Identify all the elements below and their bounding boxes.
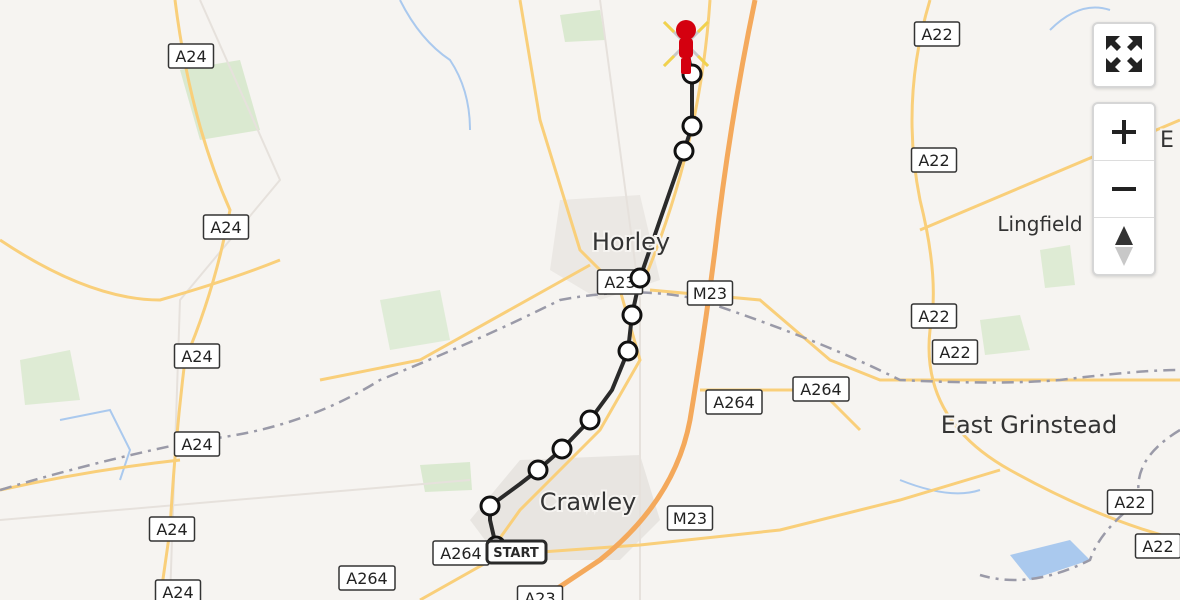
road-label: A264 (440, 544, 481, 563)
road-label-shield: A22 (1134, 533, 1180, 559)
zoom-control (1092, 102, 1156, 276)
road-label: A24 (175, 47, 206, 66)
road-label-shield: A24 (202, 214, 250, 240)
destination-icon (662, 20, 710, 74)
route-waypoint-marker (681, 115, 703, 137)
start-marker: START (485, 539, 548, 565)
compass-icon (1115, 226, 1133, 266)
road-label: A22 (1142, 537, 1173, 556)
road-label-shield: A22 (910, 147, 958, 173)
place-label: Crawley (540, 488, 637, 516)
route-waypoint-marker (527, 459, 549, 481)
road-label-shield: A22 (910, 303, 958, 329)
road-label: A24 (162, 583, 193, 600)
road-label: A23 (524, 589, 555, 600)
road-label: A22 (918, 307, 949, 326)
route-waypoint-marker (479, 495, 501, 517)
place-label: East Grinstead (941, 411, 1117, 439)
road-label-shield: A22 (931, 339, 979, 365)
road-labels: A24 A24 A24 A24 A24 A24 A23 M23 M23 A264 A264 A264 A… (148, 21, 1180, 600)
road-label: A264 (346, 569, 387, 588)
road-label: A264 (800, 380, 841, 399)
fullscreen-control (1092, 22, 1156, 88)
map-layer[interactable]: A24 A24 A24 A24 A24 A24 A23 M23 M23 A264 A264 A264 A… (0, 0, 1180, 600)
road-label-shield: A24 (173, 343, 221, 369)
minus-icon (1112, 187, 1136, 191)
route-waypoint-marker (551, 438, 573, 460)
road-label: A24 (210, 218, 241, 237)
road-label-shield: A264 (338, 565, 396, 591)
road-label: A22 (918, 151, 949, 170)
reset-bearing-button[interactable] (1094, 217, 1154, 274)
road-label: A22 (921, 25, 952, 44)
road-label-shield: A24 (148, 516, 196, 542)
route-waypoint-marker (673, 140, 695, 162)
map-canvas[interactable]: A24 A24 A24 A24 A24 A24 A23 M23 M23 A264 A264 A264 A… (0, 0, 1180, 600)
road-label: A24 (156, 520, 187, 539)
road-label-shield: A264 (432, 540, 490, 566)
road-label-shield: A24 (167, 43, 215, 69)
place-label: Lingfield (997, 212, 1082, 236)
route-waypoint-marker (629, 267, 651, 289)
fullscreen-button[interactable] (1094, 24, 1154, 84)
road-label-shield: A22 (1106, 489, 1154, 515)
road-label-shield: A22 (913, 21, 961, 47)
road-label-shield: A24 (173, 431, 221, 457)
place-label: Horley (592, 228, 670, 256)
road-label-shield: A264 (705, 389, 763, 415)
fullscreen-icon (1106, 36, 1142, 72)
place-label: E (1160, 128, 1174, 153)
road-label: M23 (673, 509, 707, 528)
road-label-shield: A24 (154, 579, 202, 600)
road-label-shield: M23 (666, 505, 714, 531)
road-label-shield: A264 (792, 376, 850, 402)
plus-icon (1112, 120, 1136, 144)
road-label: A22 (1114, 493, 1145, 512)
road-label: A264 (713, 393, 754, 412)
road-label-shield: A23 (516, 585, 564, 600)
route-waypoint-marker (579, 409, 601, 431)
route-waypoint-marker (621, 304, 643, 326)
road-label-shield: M23 (686, 280, 734, 306)
zoom-in-button[interactable] (1094, 104, 1154, 160)
road-label: M23 (693, 284, 727, 303)
road-label: A22 (939, 343, 970, 362)
road-label: A24 (181, 435, 212, 454)
road-label: A24 (181, 347, 212, 366)
start-label: START (493, 546, 539, 561)
zoom-out-button[interactable] (1094, 160, 1154, 217)
route-waypoint-marker (617, 340, 639, 362)
